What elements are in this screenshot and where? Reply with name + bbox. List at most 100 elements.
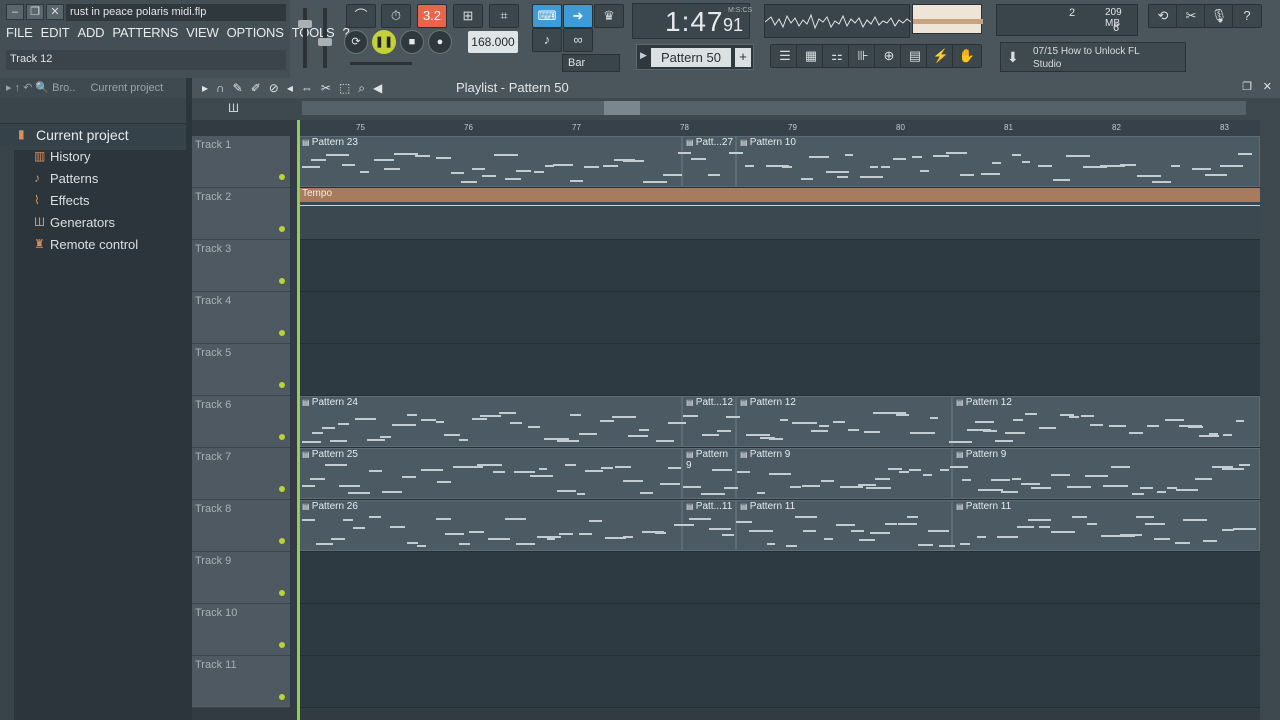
playhead[interactable]	[297, 120, 300, 720]
pattern-clip[interactable]: Patt...11	[682, 500, 736, 551]
pattern-clip[interactable]: Patt...27	[682, 136, 736, 187]
tempo-display[interactable]: 168.000	[468, 31, 518, 53]
track-lane[interactable]: Pattern 26 Patt...11 Pattern 11 Pattern …	[298, 500, 1260, 552]
brush-icon[interactable]: ✐	[251, 81, 261, 96]
close-button[interactable]: ✕	[46, 4, 64, 20]
playlist-restore-icon[interactable]: ❐	[1242, 80, 1252, 93]
menu-options[interactable]: OPTIONS	[227, 25, 284, 40]
tuning-icon[interactable]: ♪	[532, 28, 562, 52]
master-pitch-bar[interactable]	[350, 62, 412, 65]
slip-icon[interactable]: ⇔	[301, 81, 313, 96]
metronome-icon[interactable]: ⌒	[346, 4, 376, 28]
track-led[interactable]	[279, 330, 285, 336]
step-sequencer-icon[interactable]: ➜	[563, 4, 593, 28]
track-lane[interactable]	[298, 240, 1260, 292]
track-led[interactable]	[279, 694, 285, 700]
snap-selector[interactable]: Bar	[562, 54, 620, 72]
play-button[interactable]: ❚❚	[372, 30, 396, 54]
pattern-song-toggle[interactable]: ⟳	[344, 30, 368, 54]
scroll-thumb[interactable]	[604, 101, 640, 115]
select-icon[interactable]: ⬚	[339, 81, 350, 96]
pattern-clip[interactable]: Pattern 9	[736, 448, 952, 499]
track-lane[interactable]	[298, 344, 1260, 396]
pattern-clip[interactable]: Pattern 10	[736, 136, 1260, 187]
pattern-arrow-icon[interactable]: ▶	[640, 50, 647, 61]
pattern-clip[interactable]: Pattern 9	[952, 448, 1260, 499]
pattern-clip[interactable]: Pattern 23	[298, 136, 682, 187]
track-lane[interactable]: Pattern 23 Patt...27 Pattern 10	[298, 136, 1260, 188]
typing-keyboard-icon[interactable]: ⌨	[532, 4, 562, 28]
menu-arrow-icon[interactable]: ▸	[202, 81, 208, 96]
track-lane[interactable]	[298, 656, 1260, 708]
track-header[interactable]: Track 10	[192, 604, 290, 656]
pattern-clip[interactable]: Pattern 25	[298, 448, 682, 499]
news-panel[interactable]: ⬇ 07/15 How to Unlock FL Studio	[1000, 42, 1186, 72]
track-lane[interactable]: Pattern 24 Patt...12 Pattern 12 Pattern …	[298, 396, 1260, 448]
track-led[interactable]	[279, 486, 285, 492]
track-header[interactable]: Track 8	[192, 500, 290, 552]
browser-item-patterns[interactable]: ♪ Patterns	[0, 168, 186, 190]
pattern-clip[interactable]: Pattern 26	[298, 500, 682, 551]
menu-file[interactable]: FILE	[6, 25, 33, 40]
restore-button[interactable]: ❐	[26, 4, 44, 20]
browser-item-current-project[interactable]: ▮ Current project	[0, 124, 186, 146]
wait-input-icon[interactable]: ⏱	[381, 4, 411, 28]
pattern-clip[interactable]: Pattern 12	[736, 396, 952, 447]
track-lane[interactable]	[298, 292, 1260, 344]
vertical-scrollbar[interactable]	[1260, 120, 1280, 720]
pattern-clip[interactable]: Pattern 12	[952, 396, 1260, 447]
help-icon[interactable]: ?	[1232, 4, 1262, 28]
track-header[interactable]: Track 5	[192, 344, 290, 396]
track-lane[interactable]	[298, 552, 1260, 604]
link-icon[interactable]: ∞	[563, 28, 593, 52]
cut-icon[interactable]: ✂	[1176, 4, 1206, 28]
track-header[interactable]: Track 7	[192, 448, 290, 500]
browser-item-effects[interactable]: ⌇ Effects	[0, 190, 186, 212]
track-header[interactable]: Track 1	[192, 136, 290, 188]
microphone-icon[interactable]: 🎙	[1204, 4, 1234, 28]
menu-add[interactable]: ADD	[77, 25, 104, 40]
browser-item-remote-control[interactable]: ♜ Remote control	[0, 234, 186, 256]
undo-icon[interactable]: ⟲	[1148, 4, 1178, 28]
playlist-close-icon[interactable]: ✕	[1263, 80, 1272, 93]
touch-keyboard-icon[interactable]: ✋	[952, 44, 982, 68]
track-header[interactable]: Track 9	[192, 552, 290, 604]
track-led[interactable]	[279, 538, 285, 544]
pattern-clip[interactable]: Pattern 11	[736, 500, 952, 551]
horizontal-scrollbar[interactable]: Ш	[192, 98, 1280, 120]
pattern-clip[interactable]: Patt...12	[682, 396, 736, 447]
browser-item-generators[interactable]: Ш Generators	[0, 212, 186, 234]
pattern-label[interactable]: Pattern 50	[651, 48, 731, 67]
track-led[interactable]	[279, 278, 285, 284]
track-lane[interactable]: Pattern 25 Pattern 9 Pattern 9 Pattern 9	[298, 448, 1260, 500]
mute-icon[interactable]: ◂	[287, 81, 293, 96]
track-led[interactable]	[279, 642, 285, 648]
track-led[interactable]	[279, 590, 285, 596]
master-volume-slider[interactable]	[298, 8, 312, 68]
tempo-automation-clip[interactable]: Tempo	[298, 188, 1260, 202]
track-header[interactable]: Track 6	[192, 396, 290, 448]
track-led[interactable]	[279, 382, 285, 388]
menu-edit[interactable]: EDIT	[41, 25, 70, 40]
browser-title[interactable]: Bro..	[52, 82, 75, 94]
zoom-icon[interactable]: ⌕	[358, 81, 365, 96]
track-led[interactable]	[279, 226, 285, 232]
track-lane[interactable]: Tempo	[298, 188, 1260, 240]
delete-icon[interactable]: ⊘	[269, 81, 279, 96]
menu-patterns[interactable]: PATTERNS	[112, 25, 178, 40]
stamp-icon[interactable]: ♛	[594, 4, 624, 28]
scroll-track[interactable]	[302, 101, 1246, 115]
magnet-icon[interactable]: ∩	[216, 81, 225, 96]
pattern-clip[interactable]: Pattern 24	[298, 396, 682, 447]
pattern-selector[interactable]: ▶ Pattern 50 +	[636, 44, 754, 70]
pattern-icon[interactable]: Ш	[228, 101, 239, 115]
countdown-button[interactable]: 3.2	[417, 4, 447, 28]
playback-icon[interactable]: ◀	[373, 81, 382, 96]
minimize-button[interactable]: –	[6, 4, 24, 20]
track-lane[interactable]	[298, 604, 1260, 656]
step-edit-icon[interactable]: ⊞	[453, 4, 483, 28]
track-led[interactable]	[279, 434, 285, 440]
track-header[interactable]: Track 3	[192, 240, 290, 292]
pencil-icon[interactable]: ✎	[233, 81, 243, 96]
record-button[interactable]: ●	[428, 30, 452, 54]
